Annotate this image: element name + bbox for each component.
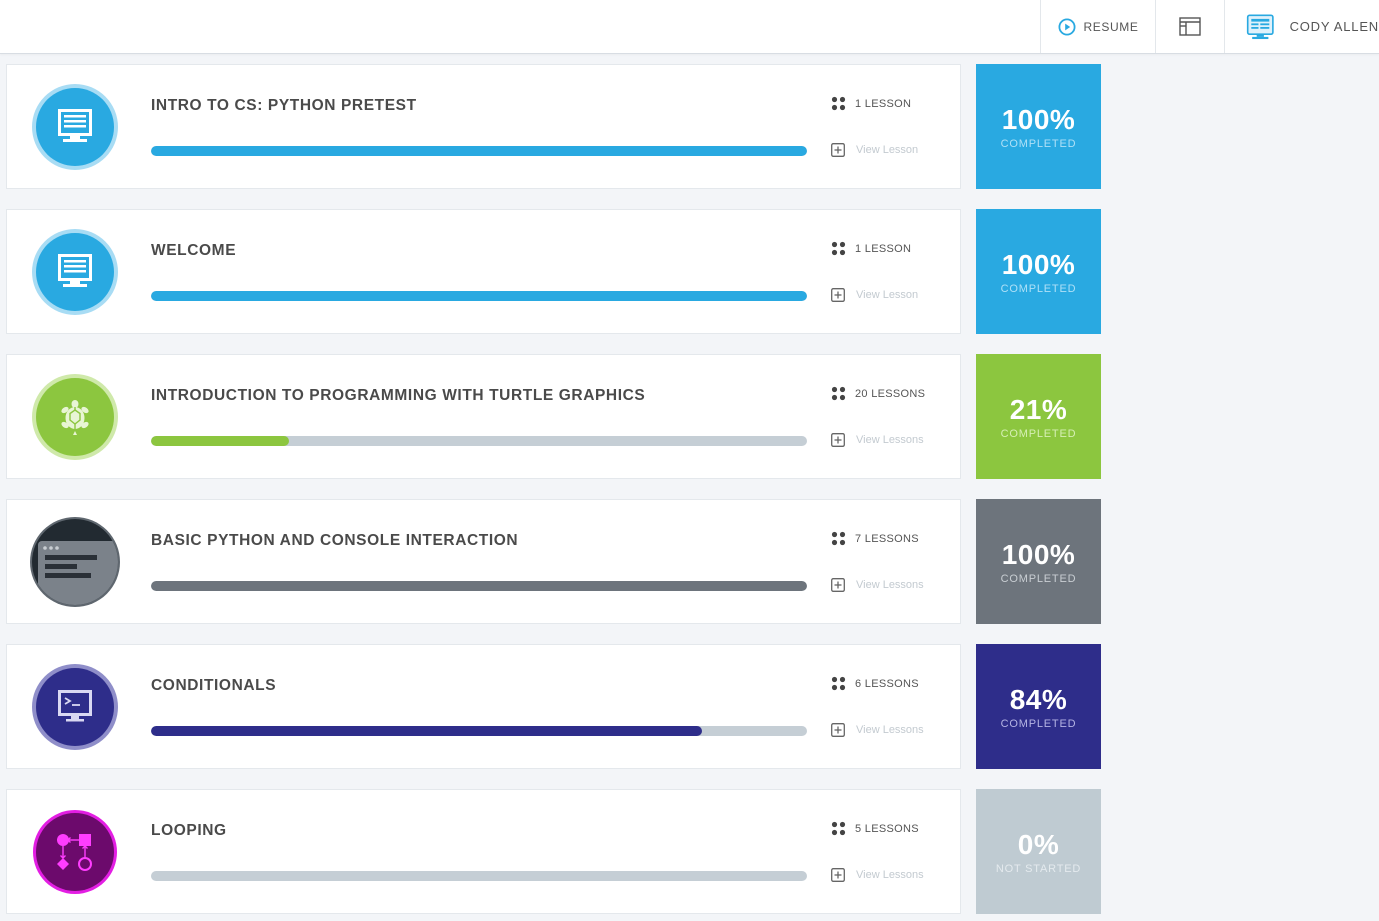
completion-status: COMPLETED [1000, 427, 1077, 440]
lesson-count: 5 LESSONS [831, 821, 919, 836]
progress-fill [151, 436, 289, 446]
plus-square-icon [831, 433, 845, 447]
progress-bar [151, 291, 807, 301]
progress-fill [151, 146, 807, 156]
completion-percent: 84% [1009, 683, 1068, 715]
lesson-count: 6 LESSONS [831, 676, 919, 691]
course-badge [32, 519, 118, 605]
lesson-count: 7 LESSONS [831, 531, 919, 546]
lesson-count-label: 5 LESSONS [855, 822, 919, 835]
completion-tile: 100% COMPLETED [976, 499, 1101, 624]
completion-percent: 21% [1009, 393, 1068, 425]
lesson-count: 20 LESSONS [831, 386, 925, 401]
resume-button[interactable]: RESUME [1040, 0, 1155, 53]
lesson-count-label: 1 LESSON [855, 97, 912, 110]
view-lessons-label: View Lesson [856, 289, 919, 301]
course-card: CONDITIONALS 6 LESSONS View Lessons [6, 644, 961, 769]
completion-status: COMPLETED [1000, 137, 1077, 150]
view-lessons-link[interactable]: View Lessons [831, 578, 924, 592]
grid-dots-icon [831, 241, 846, 256]
completion-percent: 100% [1001, 248, 1076, 280]
course-badge [36, 813, 114, 891]
view-lessons-label: View Lessons [856, 579, 924, 591]
completion-tile: 0% NOT STARTED [976, 789, 1101, 914]
plus-square-icon [831, 578, 845, 592]
lesson-count-label: 7 LESSONS [855, 532, 919, 545]
monitor-icon [58, 109, 92, 142]
plus-square-icon [831, 288, 845, 302]
view-lessons-link[interactable]: View Lessons [831, 433, 924, 447]
user-name: CODY ALLEN [1289, 19, 1379, 34]
plus-square-icon [831, 143, 845, 157]
monitor-icon [58, 254, 92, 287]
user-menu[interactable]: CODY ALLEN [1224, 0, 1379, 53]
course-card: BASIC PYTHON AND CONSOLE INTERACTION 7 L… [6, 499, 961, 624]
view-lessons-link[interactable]: View Lesson [831, 288, 918, 302]
completion-status: NOT STARTED [995, 862, 1082, 875]
progress-bar [151, 871, 807, 881]
browser-window-icon [1179, 17, 1201, 36]
completion-percent: 100% [1001, 538, 1076, 570]
view-lessons-label: View Lesson [856, 144, 919, 156]
user-avatar-monitor-icon [1246, 13, 1274, 39]
layout-toggle-button[interactable] [1155, 0, 1224, 53]
grid-dots-icon [831, 676, 846, 691]
lesson-count-label: 1 LESSON [855, 242, 912, 255]
course-title[interactable]: INTRODUCTION TO PROGRAMMING WITH TURTLE … [151, 387, 645, 405]
view-lessons-label: View Lessons [856, 869, 924, 881]
course-title[interactable]: INTRO TO CS: PYTHON PRETEST [151, 97, 417, 115]
progress-bar [151, 436, 807, 446]
course-title[interactable]: CONDITIONALS [151, 677, 276, 695]
grid-dots-icon [831, 821, 846, 836]
view-lessons-label: View Lessons [856, 724, 924, 736]
lesson-count-label: 20 LESSONS [855, 387, 926, 400]
course-card: INTRODUCTION TO PROGRAMMING WITH TURTLE … [6, 354, 961, 479]
course-title[interactable]: WELCOME [151, 242, 236, 260]
course-badge [36, 233, 114, 311]
turtle-icon [61, 400, 89, 435]
progress-fill [151, 726, 703, 736]
grid-dots-icon [831, 386, 846, 401]
progress-fill [151, 581, 807, 591]
grid-dots-icon [831, 531, 846, 546]
completion-status: COMPLETED [1000, 717, 1077, 730]
completion-tile: 21% COMPLETED [976, 354, 1101, 479]
play-circle-icon [1058, 18, 1076, 35]
progress-bar [151, 146, 807, 156]
completion-tile: 100% COMPLETED [976, 209, 1101, 334]
console-window-icon [38, 541, 118, 605]
course-badge [36, 378, 114, 456]
top-bar: RESUME CODY ALLEN [0, 0, 1379, 54]
grid-dots-icon [831, 96, 846, 111]
course-badge [36, 668, 114, 746]
view-lessons-link[interactable]: View Lessons [831, 723, 924, 737]
course-card: INTRO TO CS: PYTHON PRETEST 1 LESSON Vie… [6, 64, 961, 189]
resume-label: RESUME [1083, 19, 1139, 34]
view-lessons-link[interactable]: View Lesson [831, 143, 918, 157]
terminal-icon [58, 690, 92, 722]
completion-status: COMPLETED [1000, 282, 1077, 295]
progress-fill [151, 291, 807, 301]
lesson-count-label: 6 LESSONS [855, 677, 919, 690]
completion-tile: 100% COMPLETED [976, 64, 1101, 189]
view-lessons-label: View Lessons [856, 434, 924, 446]
completion-tile: 84% COMPLETED [976, 644, 1101, 769]
plus-square-icon [831, 723, 845, 737]
course-card: WELCOME 1 LESSON View Lesson [6, 209, 961, 334]
course-title[interactable]: BASIC PYTHON AND CONSOLE INTERACTION [151, 532, 518, 550]
lesson-count: 1 LESSON [831, 96, 911, 111]
lesson-count: 1 LESSON [831, 241, 911, 256]
completion-percent: 0% [1017, 828, 1060, 860]
view-lessons-link[interactable]: View Lessons [831, 868, 924, 882]
completion-status: COMPLETED [1000, 572, 1077, 585]
completion-percent: 100% [1001, 103, 1076, 135]
course-title[interactable]: LOOPING [151, 822, 227, 840]
course-card: LOOPING 5 LESSONS View Lessons [6, 789, 961, 914]
flowchart-icon [57, 834, 92, 871]
plus-square-icon [831, 868, 845, 882]
progress-bar [151, 581, 807, 591]
progress-bar [151, 726, 807, 736]
course-badge [36, 88, 114, 166]
